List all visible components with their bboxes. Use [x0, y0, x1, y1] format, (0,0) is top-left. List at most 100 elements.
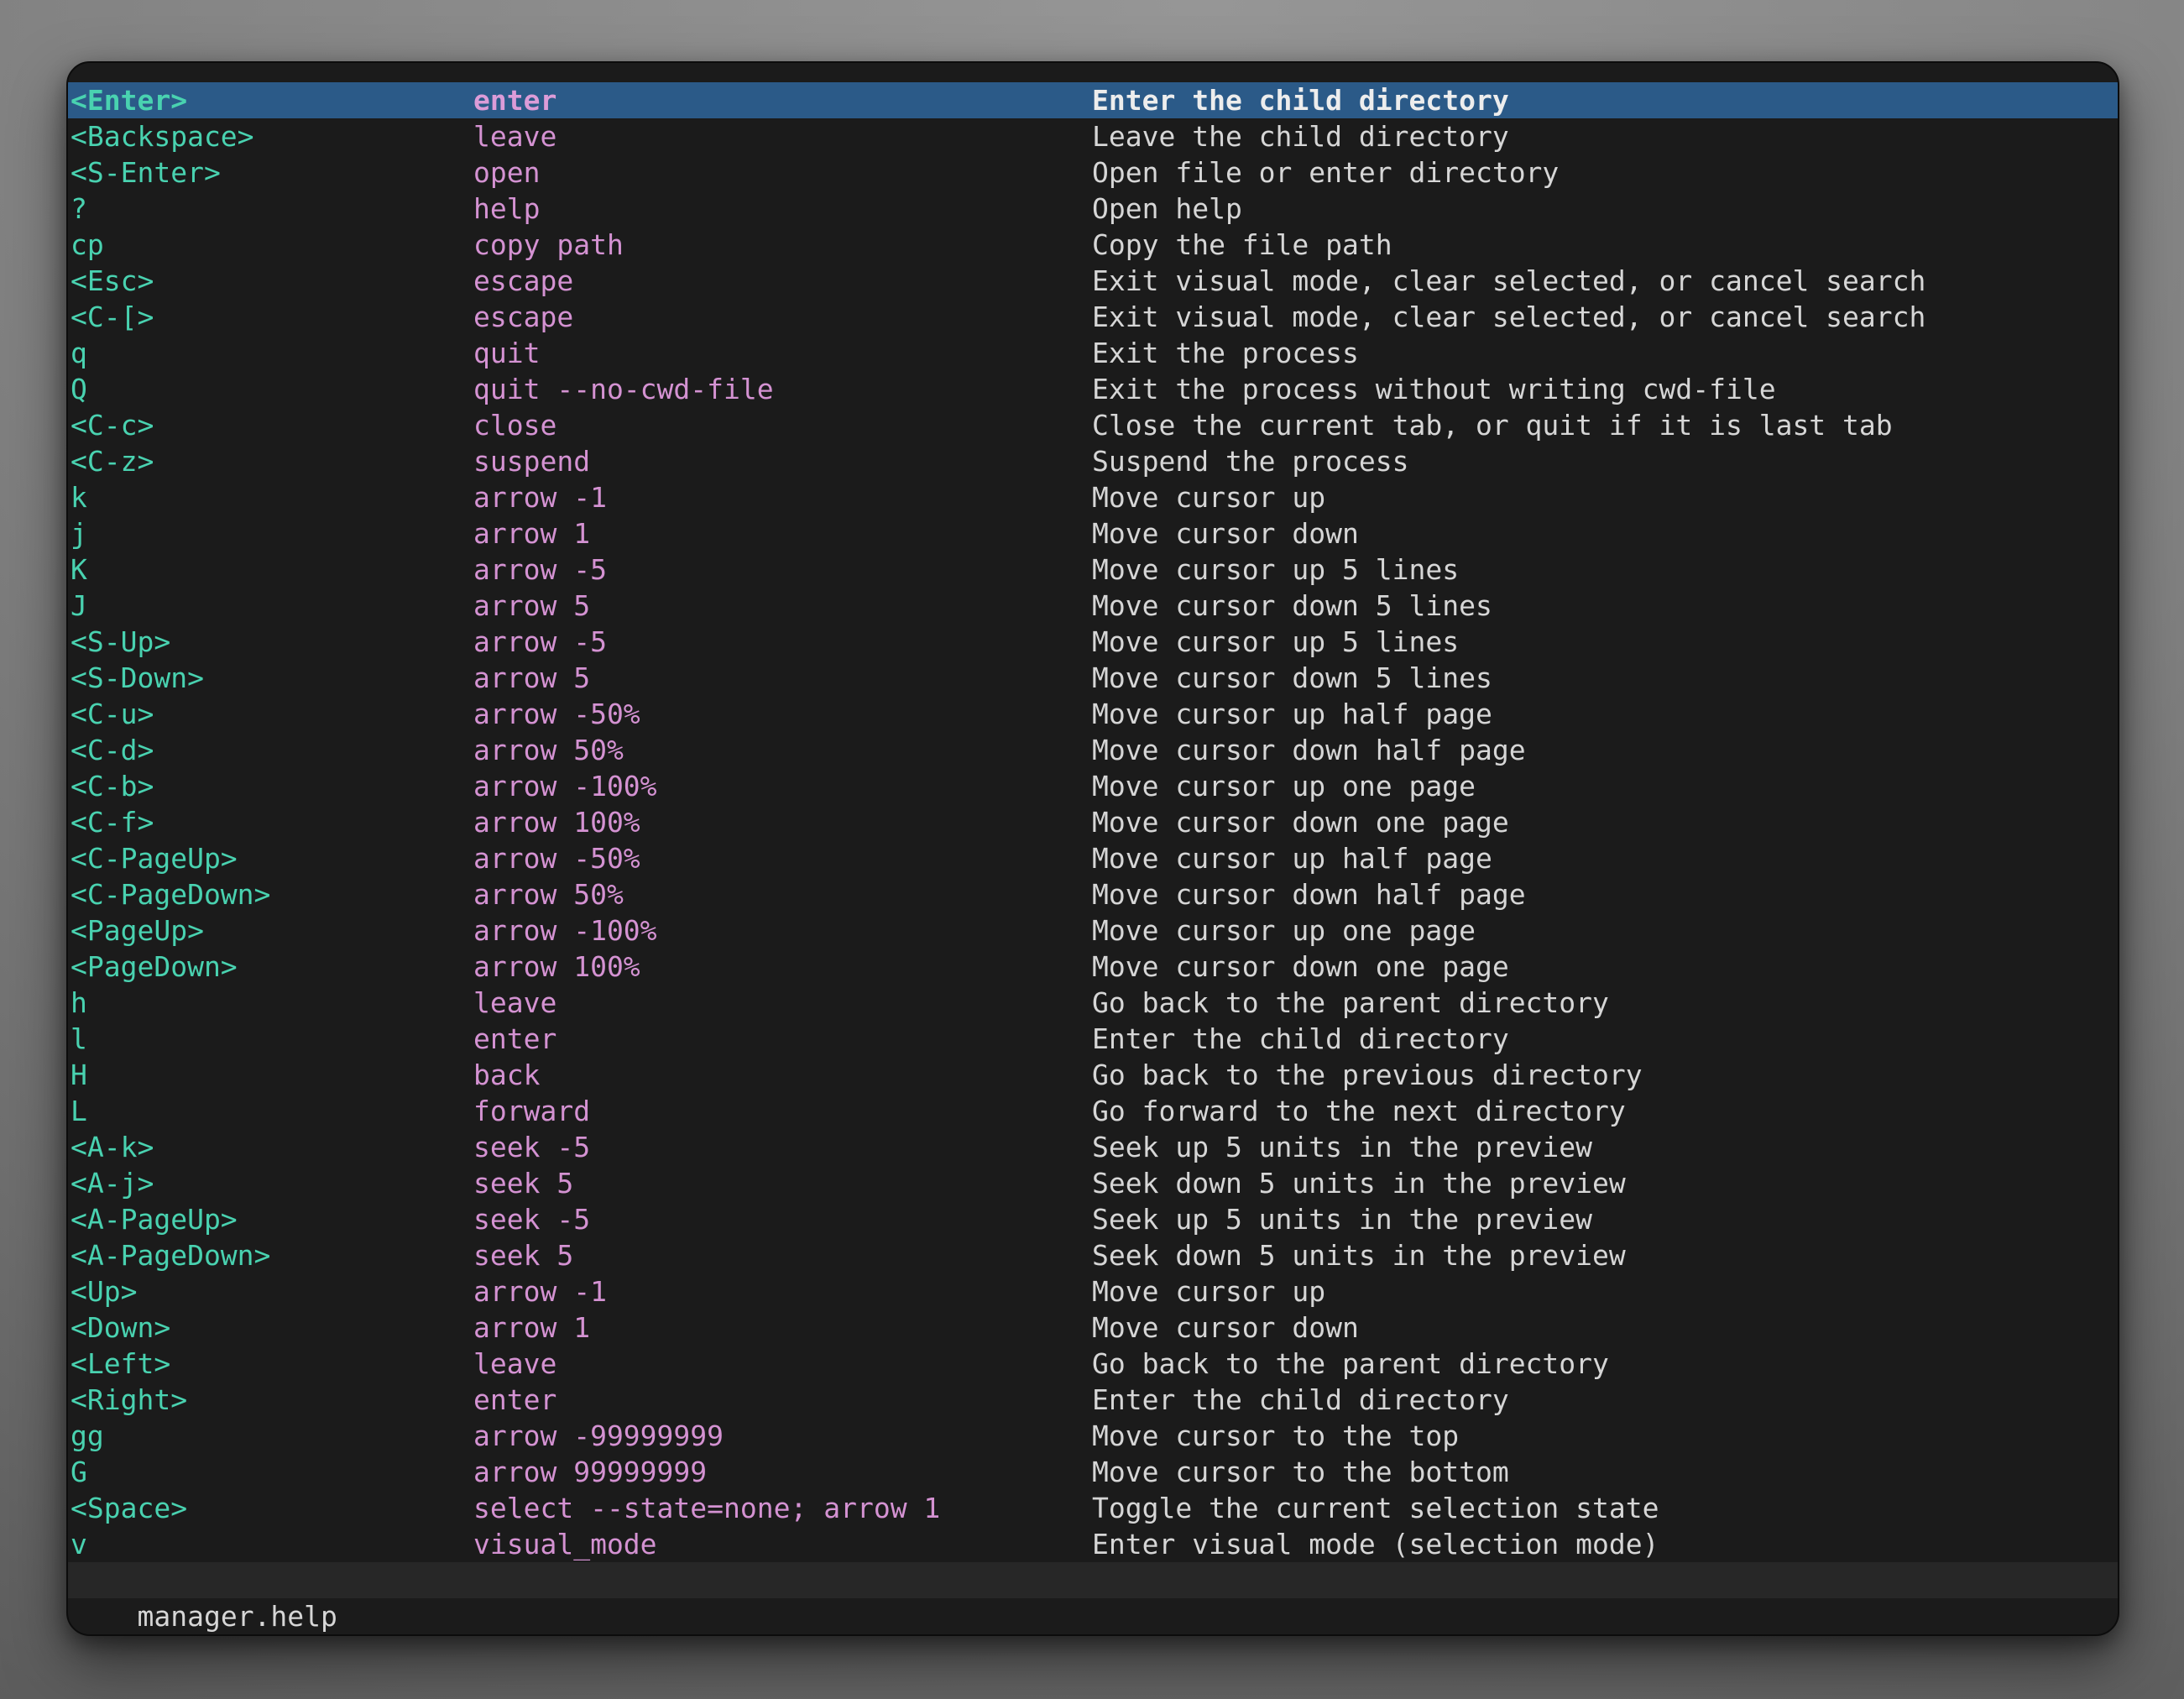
description-cell: Move cursor up one page	[1092, 768, 2118, 804]
keybinding-row[interactable]: <C-PageUp> arrow -50% Move cursor up hal…	[68, 840, 2118, 876]
keybinding-row[interactable]: <Up> arrow -1 Move cursor up	[68, 1273, 2118, 1310]
description-cell: Enter visual mode (selection mode)	[1092, 1526, 2118, 1562]
command-cell: arrow 100%	[473, 949, 1092, 985]
key-cell: <S-Enter>	[71, 154, 473, 191]
keybinding-row[interactable]: <S-Up> arrow -5 Move cursor up 5 lines	[68, 624, 2118, 660]
key-cell: <C-PageUp>	[71, 840, 473, 876]
key-cell: <Space>	[71, 1490, 473, 1526]
keybinding-row[interactable]: <Backspace> leave Leave the child direct…	[68, 118, 2118, 154]
description-cell: Seek down 5 units in the preview	[1092, 1165, 2118, 1201]
command-cell: leave	[473, 985, 1092, 1021]
command-cell: select --state=none; arrow 1	[473, 1490, 1092, 1526]
keybinding-row[interactable]: <Space> select --state=none; arrow 1 Tog…	[68, 1490, 2118, 1526]
keybinding-row[interactable]: <A-PageDown> seek 5 Seek down 5 units in…	[68, 1237, 2118, 1273]
key-cell: G	[71, 1454, 473, 1490]
keybinding-row[interactable]: <C-c> close Close the current tab, or qu…	[68, 407, 2118, 443]
keybinding-row[interactable]: <C-z> suspend Suspend the process	[68, 443, 2118, 479]
description-cell: Suspend the process	[1092, 443, 2118, 479]
command-cell: arrow -1	[473, 479, 1092, 515]
description-cell: Copy the file path	[1092, 227, 2118, 263]
description-cell: Exit visual mode, clear selected, or can…	[1092, 263, 2118, 299]
description-cell: Leave the child directory	[1092, 118, 2118, 154]
description-cell: Enter the child directory	[1092, 1382, 2118, 1418]
keybinding-row[interactable]: j arrow 1 Move cursor down	[68, 515, 2118, 552]
keybinding-row[interactable]: q quit Exit the process	[68, 335, 2118, 371]
keybinding-row[interactable]: <Left> leave Go back to the parent direc…	[68, 1346, 2118, 1382]
description-cell: Move cursor down one page	[1092, 804, 2118, 840]
keybinding-row[interactable]: <Esc> escape Exit visual mode, clear sel…	[68, 263, 2118, 299]
command-cell: open	[473, 154, 1092, 191]
key-cell: H	[71, 1057, 473, 1093]
key-cell: L	[71, 1093, 473, 1129]
command-cell: leave	[473, 118, 1092, 154]
keybinding-row[interactable]: G arrow 99999999 Move cursor to the bott…	[68, 1454, 2118, 1490]
key-cell: gg	[71, 1418, 473, 1454]
command-cell: arrow -99999999	[473, 1418, 1092, 1454]
keybinding-row[interactable]: J arrow 5 Move cursor down 5 lines	[68, 588, 2118, 624]
command-cell: arrow 5	[473, 660, 1092, 696]
keybinding-row[interactable]: <A-j> seek 5 Seek down 5 units in the pr…	[68, 1165, 2118, 1201]
keybinding-row[interactable]: h leave Go back to the parent directory	[68, 985, 2118, 1021]
keybinding-row[interactable]: <PageUp> arrow -100% Move cursor up one …	[68, 912, 2118, 949]
description-cell: Seek up 5 units in the preview	[1092, 1129, 2118, 1165]
keybinding-row[interactable]: <C-[> escape Exit visual mode, clear sel…	[68, 299, 2118, 335]
key-cell: <A-PageDown>	[71, 1237, 473, 1273]
keybinding-row[interactable]: <PageDown> arrow 100% Move cursor down o…	[68, 949, 2118, 985]
keybinding-row[interactable]: cp copy path Copy the file path	[68, 227, 2118, 263]
keybinding-list: <Enter> enter Enter the child directory …	[68, 63, 2118, 1562]
command-cell: arrow -1	[473, 1273, 1092, 1310]
keybinding-row[interactable]: <C-b> arrow -100% Move cursor up one pag…	[68, 768, 2118, 804]
keybinding-row[interactable]: <C-d> arrow 50% Move cursor down half pa…	[68, 732, 2118, 768]
description-cell: Go back to the previous directory	[1092, 1057, 2118, 1093]
keybinding-row[interactable]: l enter Enter the child directory	[68, 1021, 2118, 1057]
key-cell: <S-Up>	[71, 624, 473, 660]
command-cell: close	[473, 407, 1092, 443]
key-cell: j	[71, 515, 473, 552]
keybinding-row[interactable]: H back Go back to the previous directory	[68, 1057, 2118, 1093]
keybinding-row[interactable]: K arrow -5 Move cursor up 5 lines	[68, 552, 2118, 588]
command-cell: arrow 100%	[473, 804, 1092, 840]
keybinding-row[interactable]: <C-f> arrow 100% Move cursor down one pa…	[68, 804, 2118, 840]
description-cell: Enter the child directory	[1092, 1021, 2118, 1057]
keybinding-row[interactable]: <Enter> enter Enter the child directory	[68, 82, 2118, 118]
description-cell: Go back to the parent directory	[1092, 985, 2118, 1021]
keybinding-row[interactable]: <A-PageUp> seek -5 Seek up 5 units in th…	[68, 1201, 2118, 1237]
description-cell: Go forward to the next directory	[1092, 1093, 2118, 1129]
keybinding-row[interactable]: k arrow -1 Move cursor up	[68, 479, 2118, 515]
command-cell: arrow -5	[473, 552, 1092, 588]
key-cell: <C-PageDown>	[71, 876, 473, 912]
key-cell: <PageUp>	[71, 912, 473, 949]
description-cell: Move cursor up half page	[1092, 840, 2118, 876]
key-cell: J	[71, 588, 473, 624]
description-cell: Go back to the parent directory	[1092, 1346, 2118, 1382]
keybinding-row[interactable]: gg arrow -99999999 Move cursor to the to…	[68, 1418, 2118, 1454]
key-cell: <C-b>	[71, 768, 473, 804]
keybinding-row[interactable]: <C-PageDown> arrow 50% Move cursor down …	[68, 876, 2118, 912]
keybinding-row[interactable]: Q quit --no-cwd-file Exit the process wi…	[68, 371, 2118, 407]
command-cell: back	[473, 1057, 1092, 1093]
key-cell: <PageDown>	[71, 949, 473, 985]
command-cell: arrow -50%	[473, 696, 1092, 732]
description-cell: Seek down 5 units in the preview	[1092, 1237, 2118, 1273]
key-cell: <C-z>	[71, 443, 473, 479]
command-cell: arrow -5	[473, 624, 1092, 660]
keybinding-row[interactable]: v visual_mode Enter visual mode (selecti…	[68, 1526, 2118, 1562]
terminal-window[interactable]: <Enter> enter Enter the child directory …	[66, 61, 2119, 1636]
keybinding-row[interactable]: <Down> arrow 1 Move cursor down	[68, 1310, 2118, 1346]
key-cell: <C-f>	[71, 804, 473, 840]
description-cell: Exit visual mode, clear selected, or can…	[1092, 299, 2118, 335]
command-cell: enter	[473, 1021, 1092, 1057]
command-cell: visual_mode	[473, 1526, 1092, 1562]
description-cell: Move cursor to the bottom	[1092, 1454, 2118, 1490]
key-cell: <A-j>	[71, 1165, 473, 1201]
keybinding-row[interactable]: <A-k> seek -5 Seek up 5 units in the pre…	[68, 1129, 2118, 1165]
keybinding-row[interactable]: <S-Down> arrow 5 Move cursor down 5 line…	[68, 660, 2118, 696]
keybinding-row[interactable]: <Right> enter Enter the child directory	[68, 1382, 2118, 1418]
keybinding-row[interactable]: ? help Open help	[68, 191, 2118, 227]
keybinding-row[interactable]: <C-u> arrow -50% Move cursor up half pag…	[68, 696, 2118, 732]
keybinding-row[interactable]: <S-Enter> open Open file or enter direct…	[68, 154, 2118, 191]
description-cell: Toggle the current selection state	[1092, 1490, 2118, 1526]
description-cell: Move cursor down half page	[1092, 876, 2118, 912]
key-cell: <C-d>	[71, 732, 473, 768]
keybinding-row[interactable]: L forward Go forward to the next directo…	[68, 1093, 2118, 1129]
